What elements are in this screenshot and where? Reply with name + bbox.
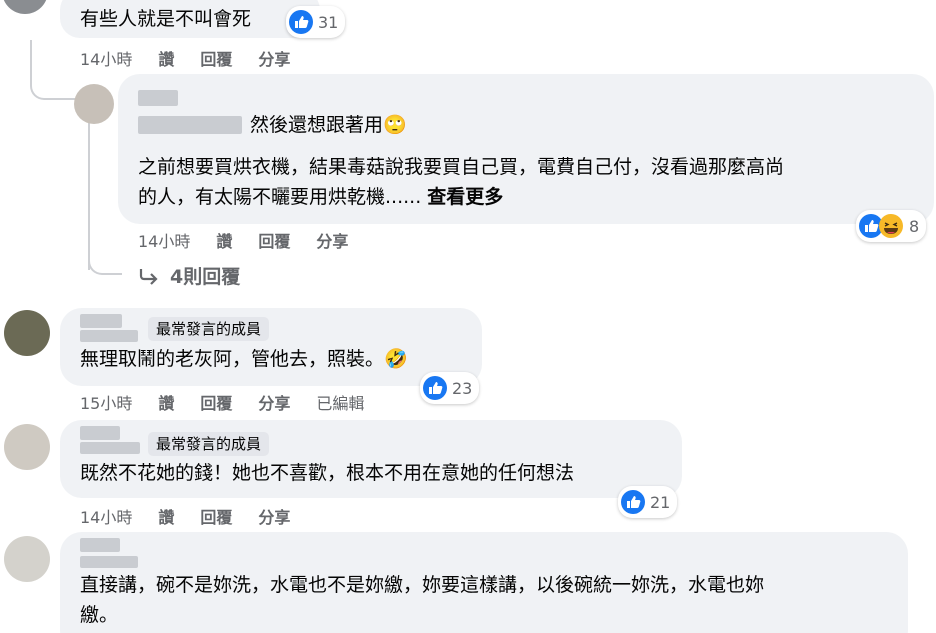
view-replies-link[interactable]: 4則回覆 xyxy=(138,262,240,289)
avatar[interactable] xyxy=(4,424,50,470)
avatar[interactable] xyxy=(4,536,50,582)
thread-connector xyxy=(30,40,80,100)
reaction-count[interactable]: 21 xyxy=(618,486,678,518)
timestamp[interactable]: 14小時 xyxy=(138,228,190,252)
comment-text: 有些人就是不叫會死 xyxy=(80,8,252,30)
like-button[interactable]: 讚 xyxy=(158,390,174,414)
avatar[interactable] xyxy=(2,0,48,14)
reply-button[interactable]: 回覆 xyxy=(200,390,232,414)
comment-text: 的人，有太陽不曬要用烘乾機...... xyxy=(138,186,422,208)
comment-actions: 15小時 讚 回覆 分享 已編輯 xyxy=(80,390,364,414)
comment-text: 然後還想跟著用 xyxy=(250,114,384,136)
share-button[interactable]: 分享 xyxy=(258,46,290,70)
comment-actions: 14小時 讚 回覆 分享 xyxy=(80,504,290,528)
share-button[interactable]: 分享 xyxy=(258,504,290,528)
reply-arrow-icon xyxy=(139,268,158,285)
author-name-redacted[interactable] xyxy=(80,314,122,328)
mention-text: 然後還想跟著用🙄 xyxy=(250,110,407,140)
top-contributor-badge: 最常發言的成員 xyxy=(148,432,270,456)
reply-button[interactable]: 回覆 xyxy=(200,46,232,70)
comment-text-line: 無理取鬧的老灰阿，管他去，照裝。🤣 xyxy=(80,344,408,374)
comment-actions: 14小時 讚 回覆 分享 xyxy=(138,228,348,252)
reaction-count[interactable]: 23 xyxy=(420,372,480,404)
haha-icon xyxy=(879,214,903,238)
like-count: 23 xyxy=(452,378,473,398)
timestamp[interactable]: 14小時 xyxy=(80,504,132,528)
rolling-eyes-emoji: 🙄 xyxy=(383,114,407,136)
author-subname-redacted xyxy=(80,330,138,342)
comment-text: 既然不花她的錢！她也不喜歡，根本不用在意她的任何想法 xyxy=(80,462,575,484)
comment-body-line: 直接講，碗不是妳洗，水電也不是妳繳，妳要這樣講，以後碗統一妳洗，水電也妳 xyxy=(80,574,765,596)
like-icon xyxy=(423,376,447,400)
reaction-count[interactable]: 31 xyxy=(286,6,346,38)
like-button[interactable]: 讚 xyxy=(158,504,174,528)
avatar[interactable] xyxy=(4,310,50,356)
comment-body-line: 之前想要買烘衣機，結果毒菇說我要買自己買，電費自己付，沒看過那麼高尚 xyxy=(138,156,785,178)
reply-button[interactable]: 回覆 xyxy=(258,228,290,252)
top-contributor-badge: 最常發言的成員 xyxy=(148,317,270,341)
like-count: 21 xyxy=(650,492,671,512)
timestamp[interactable]: 14小時 xyxy=(80,46,132,70)
author-name-redacted[interactable] xyxy=(80,426,120,440)
comment-text: 無理取鬧的老灰阿，管他去，照裝。 xyxy=(80,348,385,370)
reaction-count[interactable]: 8 xyxy=(856,210,927,242)
share-button[interactable]: 分享 xyxy=(258,390,290,414)
comment-actions: 14小時 讚 回覆 分享 xyxy=(80,46,290,70)
comment-body-line: 繳。 xyxy=(80,604,119,626)
like-count: 31 xyxy=(318,12,339,32)
avatar[interactable] xyxy=(74,84,114,124)
timestamp[interactable]: 15小時 xyxy=(80,390,132,414)
mention-redacted[interactable] xyxy=(138,116,242,134)
author-name-redacted[interactable] xyxy=(138,90,178,106)
like-icon xyxy=(289,10,313,34)
author-subname-redacted xyxy=(80,556,138,568)
share-button[interactable]: 分享 xyxy=(316,228,348,252)
like-icon xyxy=(621,490,645,514)
replies-count-label: 4則回覆 xyxy=(170,266,241,288)
thread-connector xyxy=(88,240,122,275)
reaction-count-value: 8 xyxy=(909,216,920,236)
rofl-emoji: 🤣 xyxy=(384,348,408,370)
comment-body-line: 的人，有太陽不曬要用烘乾機...... 查看更多 xyxy=(138,182,503,212)
author-name-redacted[interactable] xyxy=(80,538,120,552)
author-subname-redacted xyxy=(80,442,140,454)
like-button[interactable]: 讚 xyxy=(216,228,232,252)
see-more-link[interactable]: 查看更多 xyxy=(427,186,503,208)
reply-button[interactable]: 回覆 xyxy=(200,504,232,528)
edited-label[interactable]: 已編輯 xyxy=(316,390,364,414)
like-button[interactable]: 讚 xyxy=(158,46,174,70)
